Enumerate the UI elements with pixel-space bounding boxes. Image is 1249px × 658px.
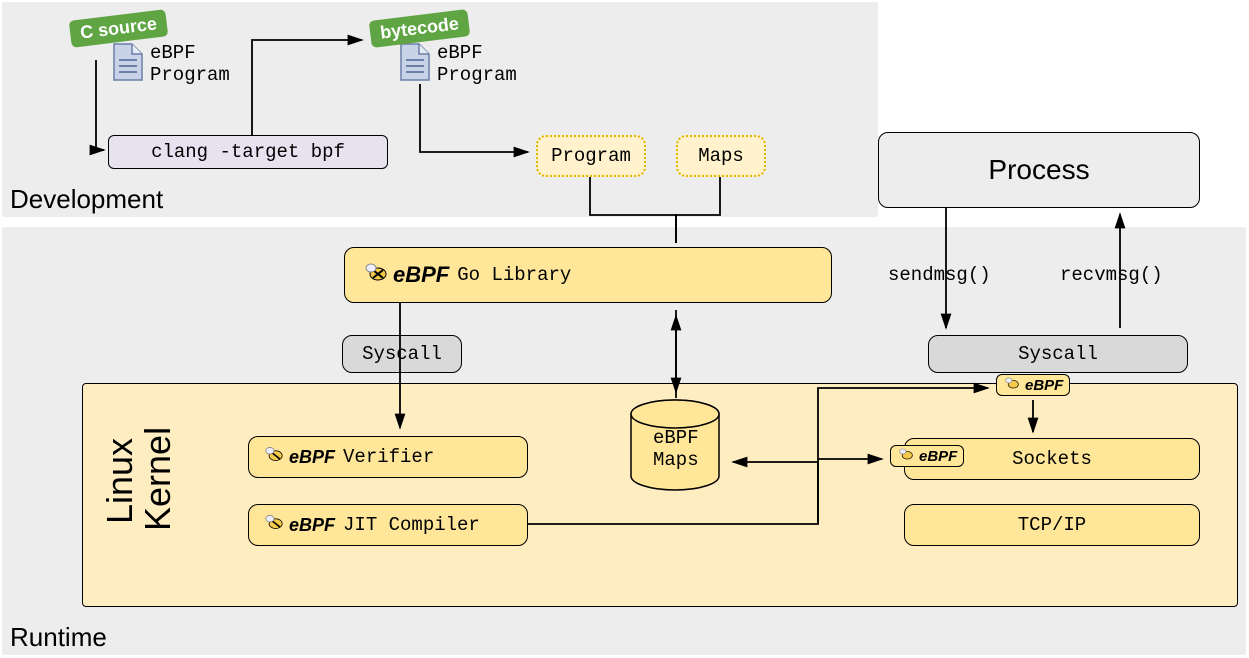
ebpf-program-line2: Program <box>437 64 517 86</box>
ebpf-program-line1: eBPF <box>437 42 483 64</box>
ebpf-maps-label: eBPF Maps <box>653 427 699 471</box>
ebpf-badge-syscall: eBPF <box>996 374 1070 396</box>
bee-icon <box>263 513 285 537</box>
tcpip-box: TCP/IP <box>904 504 1200 546</box>
bee-icon <box>897 447 915 465</box>
sendmsg-label: sendmsg() <box>888 264 991 286</box>
jit-label: JIT Compiler <box>343 514 480 536</box>
jit-box: eBPF JIT Compiler <box>248 504 528 546</box>
process-box: Process <box>878 132 1200 208</box>
recvmsg-label: recvmsg() <box>1060 264 1163 286</box>
ebpf-badge-sockets: eBPF <box>890 445 964 467</box>
ebpf-program-1: eBPF Program <box>150 42 230 86</box>
ebpf-logo-text: eBPF <box>1025 377 1063 394</box>
runtime-label: Runtime <box>10 622 107 653</box>
ebpf-logo-text: eBPF <box>393 262 449 288</box>
go-library-box: eBPF Go Library <box>344 247 832 303</box>
verifier-label: Verifier <box>343 446 434 468</box>
development-label: Development <box>10 184 163 215</box>
bee-icon <box>363 261 389 289</box>
ebpf-program-2: eBPF Program <box>437 42 517 86</box>
document-icon <box>399 42 431 82</box>
ebpf-logo-text: eBPF <box>289 515 335 536</box>
clang-box: clang -target bpf <box>108 135 388 169</box>
document-icon <box>112 42 144 82</box>
bee-icon <box>1003 376 1021 394</box>
syscall-box-left: Syscall <box>342 335 462 373</box>
syscall-box-right: Syscall <box>928 335 1188 373</box>
ebpf-maps-l1: eBPF <box>653 427 699 449</box>
ebpf-logo-text: eBPF <box>289 447 335 468</box>
kernel-label-1: Linux <box>99 431 141 531</box>
bee-icon <box>263 445 285 469</box>
ebpf-logo-text: eBPF <box>919 448 957 465</box>
kernel-label-2: Kernel <box>137 431 179 531</box>
maps-box: Maps <box>676 135 766 177</box>
ebpf-program-line2: Program <box>150 64 230 86</box>
ebpf-maps-l2: Maps <box>653 449 699 471</box>
ebpf-program-line1: eBPF <box>150 42 196 64</box>
verifier-box: eBPF Verifier <box>248 436 528 478</box>
go-library-label: Go Library <box>457 264 571 286</box>
program-box: Program <box>536 135 646 177</box>
